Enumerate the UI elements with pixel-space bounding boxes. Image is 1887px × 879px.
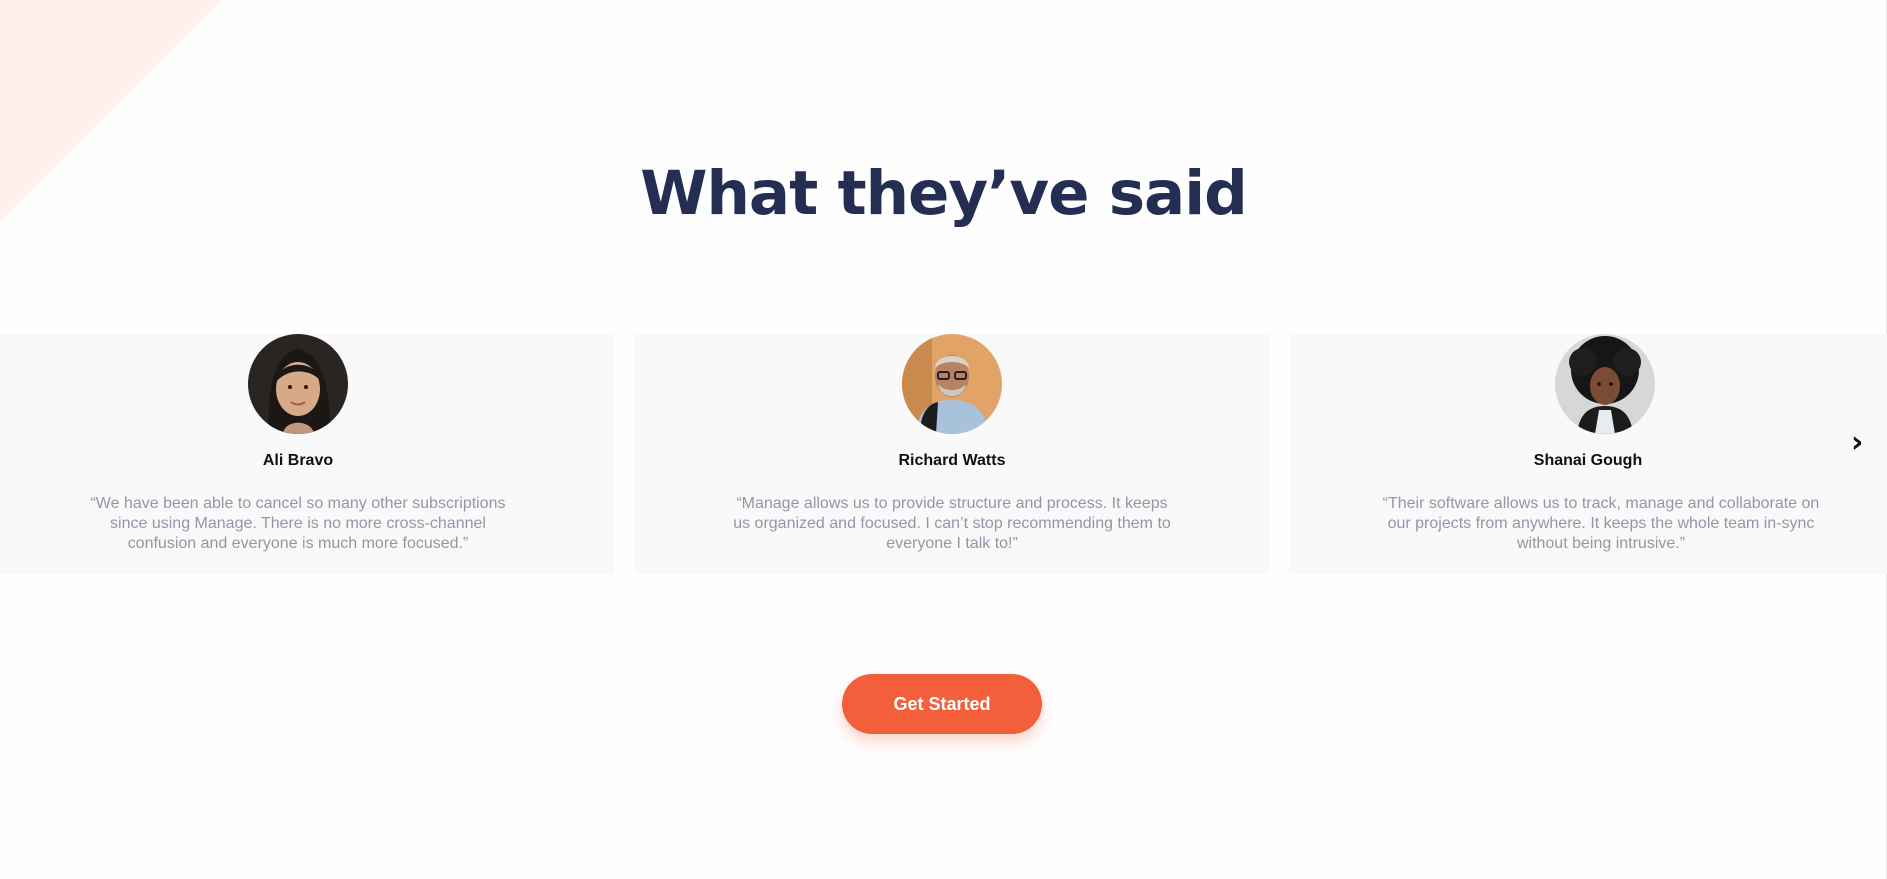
testimonial-quote: “We have been able to cancel so many oth… [90,495,506,552]
avatar-ali-bravo-image [248,334,348,434]
avatar [248,334,348,434]
testimonial-card: Shanai Gough “Their software allows us t… [1289,334,1887,574]
avatar-richard-watts-image [902,334,1002,434]
testimonial-name: Ali Bravo [262,452,334,469]
testimonial-quote: “Manage allows us to provide structure a… [733,495,1171,552]
testimonial-quote: “Their software allows us to track, mana… [1382,495,1820,552]
avatar [1555,334,1655,434]
get-started-button[interactable]: Get Started [842,674,1042,734]
testimonial-name: Richard Watts [898,452,1006,469]
carousel-next-icon[interactable]: › [1851,428,1863,458]
testimonial-card: Ali Bravo “We have been able to cancel s… [0,334,614,574]
testimonial-name: Shanai Gough [1533,452,1643,469]
testimonial-card: Richard Watts “Manage allows us to provi… [635,334,1269,574]
avatar [902,334,1002,434]
section-title: What they’ve said [640,158,1248,229]
avatar-shanai-gough-image [1555,334,1655,434]
